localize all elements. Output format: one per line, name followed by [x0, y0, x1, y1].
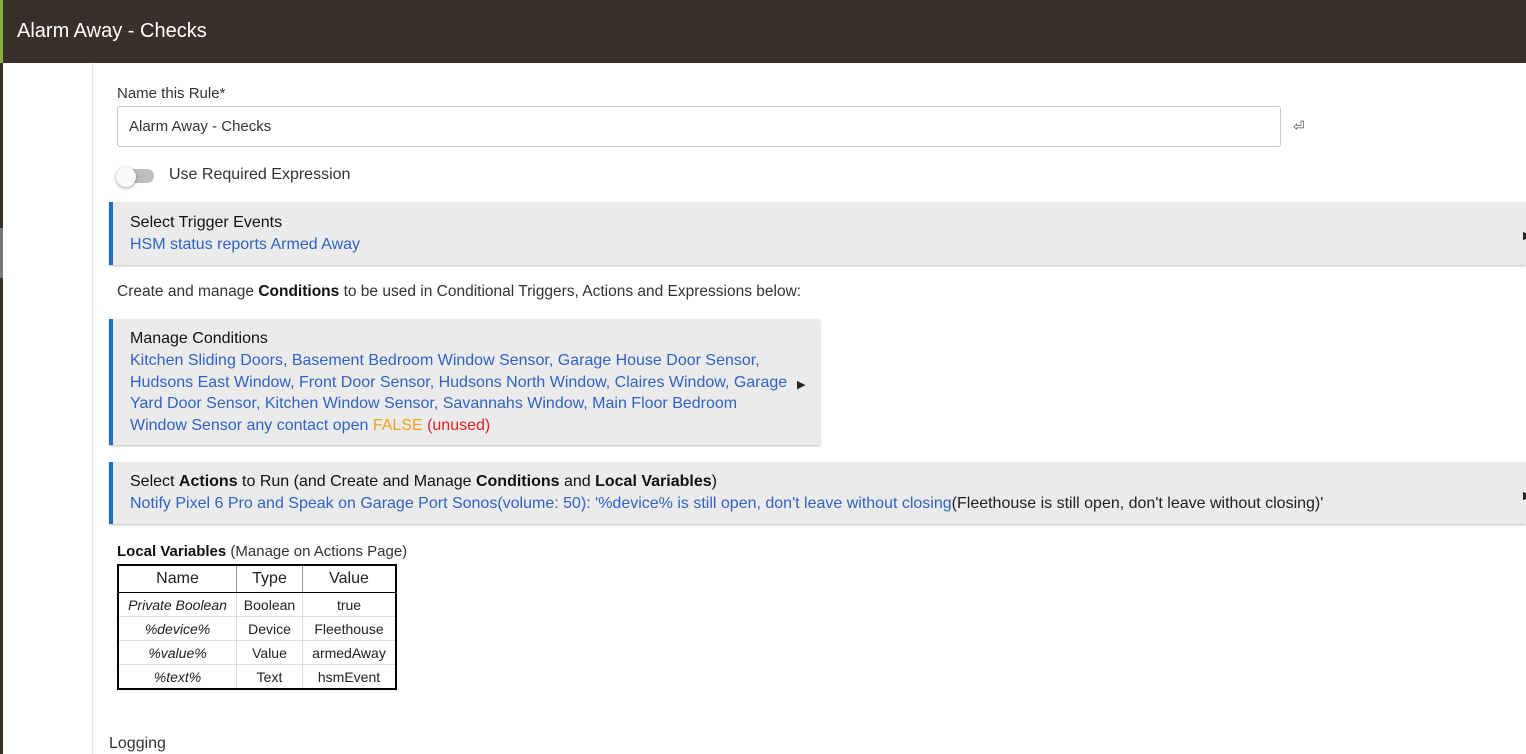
variable-type: Value [236, 640, 303, 665]
rule-name-label: Name this Rule* [117, 85, 226, 102]
required-expression-toggle[interactable] [116, 167, 154, 187]
variable-type: Device [236, 616, 303, 641]
variable-name: %device% [117, 616, 237, 641]
expand-arrow-icon[interactable]: ▶ [797, 378, 805, 391]
sidebar [3, 63, 93, 754]
conditions-panel-title: Manage Conditions [130, 330, 268, 347]
logging-label: Logging [109, 735, 166, 752]
rule-name-input[interactable] [117, 106, 1281, 147]
variable-name: Private Boolean [117, 592, 237, 617]
actions-summary-link[interactable]: Notify Pixel 6 Pro and Speak on Garage P… [130, 493, 1323, 515]
conditions-summary-link[interactable]: Kitchen Sliding Doors, Basement Bedroom … [130, 350, 810, 436]
table-row: %text% Text hsmEvent [117, 664, 397, 690]
select-trigger-events-panel[interactable]: Select Trigger Events HSM status reports… [109, 202, 1526, 265]
column-header: Name [117, 564, 237, 593]
false-status: FALSE [372, 416, 423, 434]
select-actions-panel[interactable]: Select Actions to Run (and Create and Ma… [109, 462, 1526, 524]
variable-type: Text [236, 664, 303, 690]
column-header: Value [302, 564, 397, 593]
trigger-panel-title: Select Trigger Events [130, 214, 283, 231]
variable-value: armedAway [302, 640, 397, 665]
actions-panel-title: Select Actions to Run (and Create and Ma… [130, 473, 717, 490]
enter-icon[interactable]: ⏎ [1293, 118, 1305, 135]
page-title: Alarm Away - Checks [17, 20, 207, 42]
toggle-knob [116, 167, 136, 187]
local-variables-table: Name Type Value Private Boolean Boolean … [117, 564, 397, 690]
variable-value: Fleethouse [302, 616, 397, 641]
manage-conditions-panel[interactable]: Manage Conditions Kitchen Sliding Doors,… [109, 319, 820, 445]
variable-type: Boolean [236, 592, 303, 617]
table-row: %device% Device Fleethouse [117, 616, 397, 641]
variable-value: true [302, 592, 397, 617]
local-variables-heading: Local Variables (Manage on Actions Page) [117, 543, 408, 560]
app-header: Alarm Away - Checks [0, 0, 1526, 63]
trigger-summary-link[interactable]: HSM status reports Armed Away [130, 234, 360, 256]
variable-name: %value% [117, 640, 237, 665]
conditions-intro: Create and manage Conditions to be used … [117, 283, 802, 300]
table-row: %value% Value armedAway [117, 640, 397, 665]
required-expression-label: Use Required Expression [169, 166, 351, 183]
table-header-row: Name Type Value [117, 564, 397, 593]
variable-value: hsmEvent [302, 664, 397, 690]
variable-name: %text% [117, 664, 237, 690]
column-header: Type [236, 564, 303, 593]
table-row: Private Boolean Boolean true [117, 592, 397, 617]
unused-status: (unused) [422, 416, 491, 434]
